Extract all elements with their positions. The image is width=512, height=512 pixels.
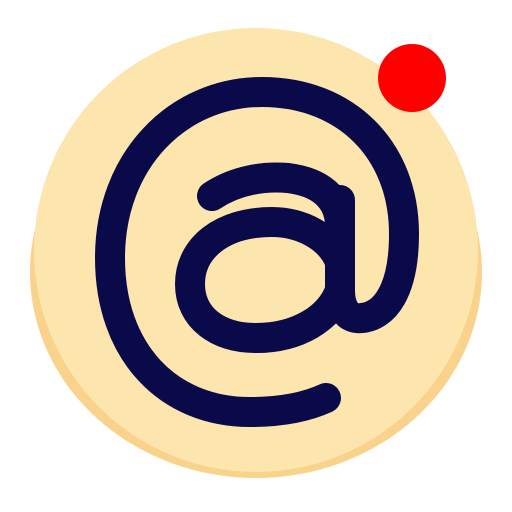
- app-icon-canvas: [0, 0, 512, 512]
- notification-dot: [378, 44, 446, 112]
- at-sign-icon: [30, 28, 482, 478]
